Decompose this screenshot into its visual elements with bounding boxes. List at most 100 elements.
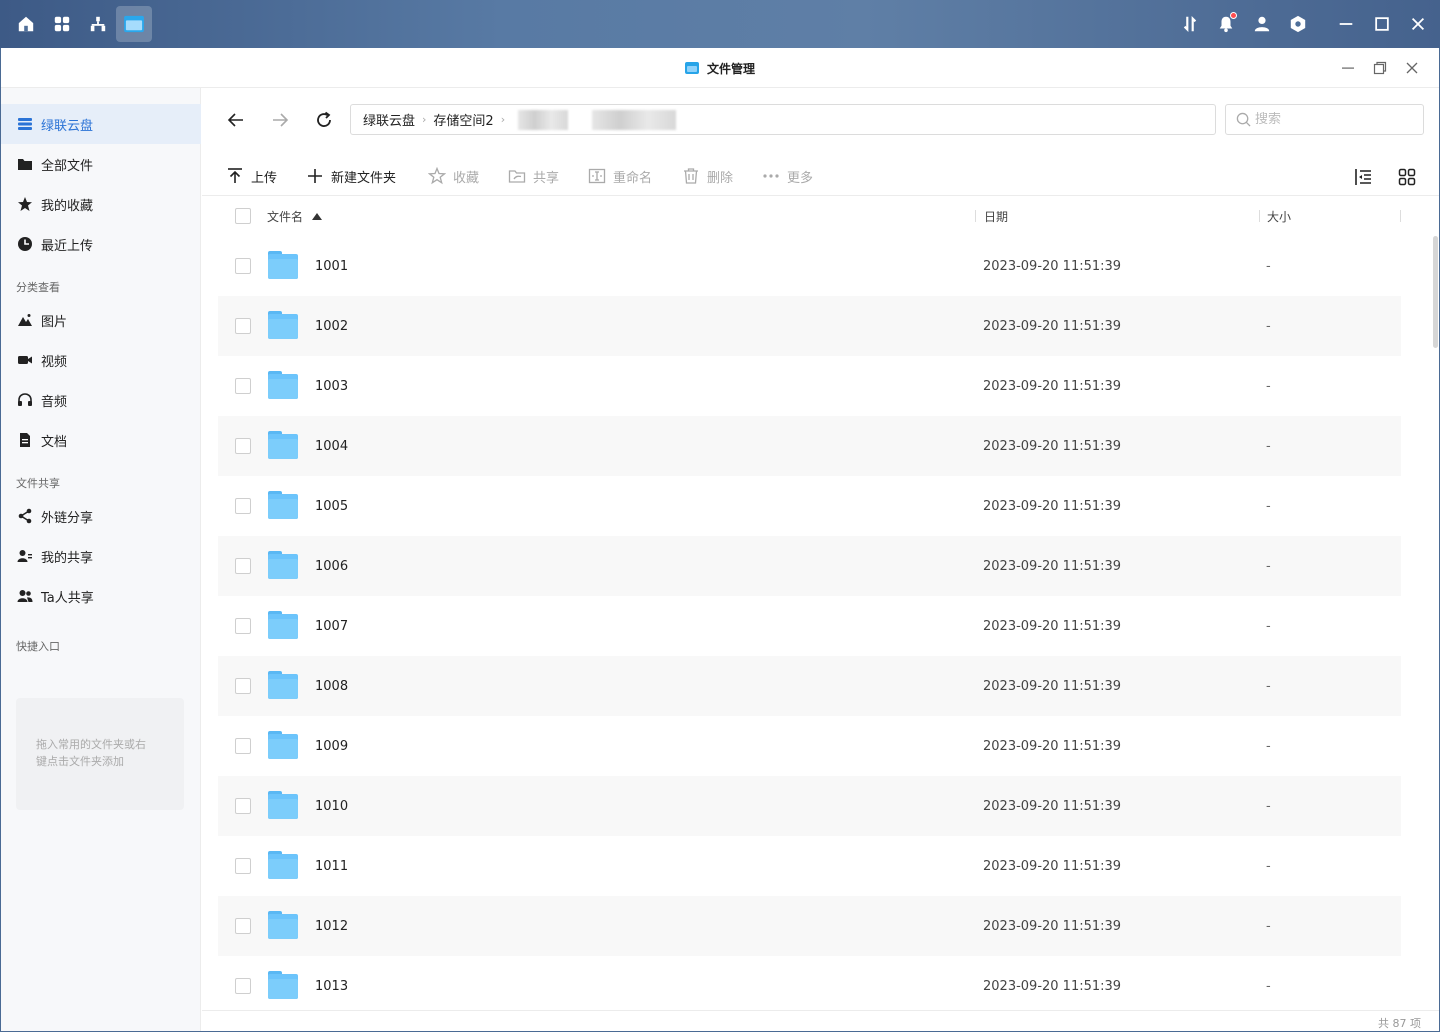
notification-bell-icon[interactable] [1214, 12, 1238, 36]
sidebar-item-favorites[interactable]: 我的收藏 [1, 184, 201, 224]
apps-grid-icon[interactable] [50, 12, 74, 36]
table-row[interactable]: 1013 2023-09-20 11:51:39 - [218, 956, 1401, 1016]
table-row[interactable]: 1006 2023-09-20 11:51:39 - [218, 536, 1401, 596]
user-icon[interactable] [1250, 12, 1274, 36]
table-row[interactable]: 1001 2023-09-20 11:51:39 - [218, 236, 1401, 296]
table-row[interactable]: 1004 2023-09-20 11:51:39 - [218, 416, 1401, 476]
file-name[interactable]: 1008 [315, 656, 348, 716]
file-name[interactable]: 1013 [315, 956, 348, 1016]
file-name[interactable]: 1004 [315, 416, 348, 476]
delete-button[interactable]: 删除 [682, 156, 733, 196]
table-row[interactable]: 1008 2023-09-20 11:51:39 - [218, 656, 1401, 716]
new-folder-button[interactable]: 新建文件夹 [306, 156, 396, 196]
column-header-size[interactable]: 大小 [1267, 196, 1291, 236]
file-manager-app-icon [684, 62, 699, 74]
column-resize-handle[interactable] [1400, 210, 1401, 222]
sidebar-item-audio[interactable]: 音频 [1, 380, 201, 420]
search-input[interactable] [1255, 112, 1405, 127]
row-checkbox[interactable] [235, 738, 251, 754]
folder-icon [268, 251, 298, 279]
table-row[interactable]: 1002 2023-09-20 11:51:39 - [218, 296, 1401, 356]
table-row[interactable]: 1007 2023-09-20 11:51:39 - [218, 596, 1401, 656]
file-date: 2023-09-20 11:51:39 [983, 498, 1122, 514]
file-name[interactable]: 1001 [315, 236, 348, 296]
file-name[interactable]: 1010 [315, 776, 348, 836]
forward-button[interactable] [268, 108, 292, 132]
window-minimize-button[interactable] [1338, 58, 1358, 78]
quick-access-dropzone[interactable]: 拖入常用的文件夹或右 键点击文件夹添加 [16, 698, 184, 810]
sidebar-item-all-files[interactable]: 全部文件 [1, 144, 201, 184]
file-size: - [1266, 918, 1271, 934]
row-checkbox[interactable] [235, 798, 251, 814]
table-row[interactable]: 1003 2023-09-20 11:51:39 - [218, 356, 1401, 416]
sidebar-item-ugreen-cloud[interactable]: 绿联云盘 [1, 104, 201, 144]
home-icon[interactable] [14, 12, 38, 36]
row-checkbox[interactable] [235, 438, 251, 454]
sidebar-item-documents[interactable]: 文档 [1, 420, 201, 460]
breadcrumb[interactable]: 绿联云盘 › 存储空间2 › [350, 104, 1216, 135]
row-checkbox[interactable] [235, 618, 251, 634]
grid-icon [1398, 168, 1416, 186]
sidebar-item-my-share[interactable]: 我的共享 [1, 536, 201, 576]
column-header-date[interactable]: 日期 [984, 196, 1008, 236]
window-titlebar: 文件管理 [1, 48, 1439, 88]
transfer-icon[interactable] [1178, 12, 1202, 36]
network-icon[interactable] [86, 12, 110, 36]
breadcrumb-second[interactable]: 存储空间2 [433, 110, 493, 129]
file-name[interactable]: 1009 [315, 716, 348, 776]
table-row[interactable]: 1011 2023-09-20 11:51:39 - [218, 836, 1401, 896]
back-button[interactable] [224, 108, 248, 132]
row-checkbox[interactable] [235, 678, 251, 694]
sidebar-item-others-share[interactable]: Ta人共享 [1, 576, 201, 616]
sidebar-item-recent-uploads[interactable]: 最近上传 [1, 224, 201, 264]
sidebar-item-link-share[interactable]: 外链分享 [1, 496, 201, 536]
window-close-button[interactable] [1402, 58, 1422, 78]
close-icon[interactable] [1406, 12, 1430, 36]
column-header-name[interactable]: 文件名 [267, 196, 323, 236]
table-row[interactable]: 1010 2023-09-20 11:51:39 - [218, 776, 1401, 836]
file-name[interactable]: 1011 [315, 836, 348, 896]
file-name[interactable]: 1012 [315, 896, 348, 956]
favorite-button[interactable]: 收藏 [428, 156, 479, 196]
breadcrumb-root[interactable]: 绿联云盘 [363, 110, 415, 129]
vertical-scrollbar[interactable] [1433, 236, 1438, 348]
file-name[interactable]: 1005 [315, 476, 348, 536]
refresh-button[interactable] [312, 108, 336, 132]
file-name[interactable]: 1006 [315, 536, 348, 596]
table-row[interactable]: 1009 2023-09-20 11:51:39 - [218, 716, 1401, 776]
share-button[interactable]: 共享 [508, 156, 559, 196]
row-checkbox[interactable] [235, 978, 251, 994]
window-restore-button[interactable] [1370, 58, 1390, 78]
settings-hex-icon[interactable] [1286, 12, 1310, 36]
file-manager-taskbar-icon[interactable] [116, 6, 152, 42]
file-name[interactable]: 1003 [315, 356, 348, 416]
sidebar-item-videos[interactable]: 视频 [1, 340, 201, 380]
grid-view-button[interactable] [1396, 166, 1418, 188]
maximize-icon[interactable] [1370, 12, 1394, 36]
row-checkbox[interactable] [235, 258, 251, 274]
more-button[interactable]: 更多 [762, 156, 813, 196]
file-name[interactable]: 1007 [315, 596, 348, 656]
row-checkbox[interactable] [235, 378, 251, 394]
row-checkbox[interactable] [235, 558, 251, 574]
upload-button[interactable]: 上传 [226, 156, 277, 196]
table-row[interactable]: 1005 2023-09-20 11:51:39 - [218, 476, 1401, 536]
search-box[interactable] [1225, 104, 1424, 135]
row-checkbox[interactable] [235, 858, 251, 874]
select-all-checkbox[interactable] [235, 196, 251, 236]
breadcrumb-separator-icon: › [422, 113, 427, 126]
row-checkbox[interactable] [235, 918, 251, 934]
table-row[interactable]: 1012 2023-09-20 11:51:39 - [218, 896, 1401, 956]
column-resize-handle[interactable] [975, 210, 976, 222]
tree-view-button[interactable] [1352, 166, 1374, 188]
folder-icon [268, 851, 298, 879]
sidebar-item-pictures[interactable]: 图片 [1, 300, 201, 340]
column-resize-handle[interactable] [1259, 210, 1260, 222]
row-checkbox[interactable] [235, 318, 251, 334]
file-size: - [1266, 678, 1271, 694]
file-name[interactable]: 1002 [315, 296, 348, 356]
star-icon [16, 195, 34, 213]
rename-button[interactable]: 重命名 [588, 156, 652, 196]
row-checkbox[interactable] [235, 498, 251, 514]
minimize-icon[interactable] [1334, 12, 1358, 36]
